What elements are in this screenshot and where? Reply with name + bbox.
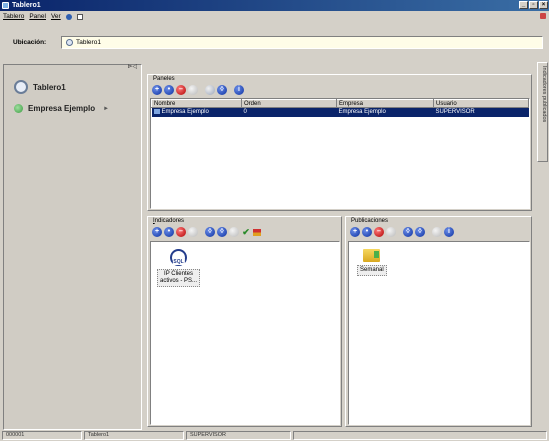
dashboard-icon	[66, 39, 73, 46]
help-icon[interactable]	[65, 13, 72, 20]
refresh-icon[interactable]	[205, 85, 215, 95]
indicators-title: Indicadores	[153, 218, 185, 224]
move-left-icon[interactable]: ◊	[205, 227, 215, 237]
cell-usuario: SUPERVISOR	[433, 107, 529, 117]
tree-item-label: Empresa Ejemplo	[28, 104, 96, 113]
edit-icon[interactable]: •	[164, 85, 174, 95]
move-left-icon[interactable]: ◊	[403, 227, 413, 237]
status-user: SUPERVISOR	[186, 431, 291, 440]
minimize-button[interactable]: _	[519, 1, 528, 9]
edit-icon[interactable]: •	[362, 227, 372, 237]
indicators-panel: Indicadores + • – ◊ ◊ ✔ SQL IP Clientes …	[147, 216, 342, 427]
column-header-orden[interactable]: Orden	[241, 99, 337, 108]
dashboard-icon	[14, 80, 28, 94]
tree-item-dashboard[interactable]: Tablero1	[14, 80, 66, 94]
location-field[interactable]: Tablero1	[61, 36, 543, 49]
publication-label: Semanal	[357, 265, 387, 276]
location-label: Ubicación:	[13, 39, 47, 46]
tree-item-label: Tablero1	[33, 82, 66, 92]
edit-icon[interactable]: •	[164, 227, 174, 237]
cell-nombre: Empresa Ejemplo	[161, 109, 209, 116]
menu-panel[interactable]: Panel	[29, 13, 46, 20]
menu-bar: Tablero Panel Ver	[0, 11, 549, 22]
add-icon[interactable]: +	[152, 227, 162, 237]
column-header-empresa[interactable]: Empresa	[336, 99, 434, 108]
move-up-icon[interactable]: ◊	[217, 85, 227, 95]
publications-title: Publicaciones	[351, 218, 389, 224]
navigation-panel: ⊳◁ Tablero1 Empresa Ejemplo ►	[3, 64, 142, 430]
user-icon[interactable]	[540, 13, 546, 19]
column-header-usuario[interactable]: Usuario	[433, 99, 529, 108]
copy-icon[interactable]	[188, 227, 198, 237]
cell-orden: 0	[241, 107, 337, 117]
column-header-nombre[interactable]: Nombre	[151, 99, 242, 108]
panels-panel: Paneles + • – ◊ i Nombre Orden Empresa U…	[147, 74, 532, 211]
publications-panel: Publicaciones + • – ◊ ◊ i Semanal	[345, 216, 532, 427]
indicators-area: SQL IP Clientes activos - PS...	[150, 241, 340, 425]
check-icon[interactable]: ✔	[241, 227, 251, 237]
chevron-right-icon: ►	[103, 105, 110, 112]
move-right-icon[interactable]: ◊	[415, 227, 425, 237]
panels-title: Paneles	[153, 76, 175, 82]
flag-icon[interactable]	[253, 228, 261, 236]
publications-toolbar: + • – ◊ ◊ i	[350, 227, 454, 237]
publication-tile[interactable]: Semanal	[357, 249, 387, 276]
delete-icon[interactable]: –	[176, 85, 186, 95]
location-bar: Ubicación: Tablero1	[3, 34, 546, 51]
side-tab-indicators[interactable]: Indicadores publicados	[537, 62, 548, 162]
menu-tablero[interactable]: Tablero	[3, 13, 24, 20]
location-value: Tablero1	[76, 39, 101, 46]
delete-icon[interactable]: –	[374, 227, 384, 237]
indicator-tile[interactable]: SQL IP Clientes activos - PS...	[157, 249, 201, 287]
folder-icon	[363, 249, 381, 262]
delete-icon[interactable]: –	[176, 227, 186, 237]
window-icon[interactable]	[76, 13, 83, 20]
panels-grid: Nombre Orden Empresa Usuario Empresa Eje…	[150, 98, 530, 209]
panels-toolbar: + • – ◊ i	[152, 85, 244, 95]
properties-icon[interactable]: i	[234, 85, 244, 95]
indicator-label-line2: activos - PS...	[160, 278, 198, 284]
panel-icon	[153, 109, 160, 115]
tree-item-company[interactable]: Empresa Ejemplo ►	[14, 104, 109, 113]
company-icon	[14, 104, 23, 113]
publications-area: Semanal	[348, 241, 530, 425]
move-right-icon[interactable]: ◊	[217, 227, 227, 237]
indicator-label-line1: IP Clientes	[164, 271, 193, 277]
add-icon[interactable]: +	[350, 227, 360, 237]
status-dashboard: Tablero1	[84, 431, 184, 440]
refresh-icon[interactable]	[432, 227, 442, 237]
restore-button[interactable]: ▫	[529, 1, 538, 9]
status-bar: 000001 Tablero1 SUPERVISOR	[0, 430, 549, 441]
close-button[interactable]: ×	[539, 1, 548, 9]
properties-icon[interactable]: i	[444, 227, 454, 237]
status-id: 000001	[2, 431, 82, 440]
menu-ver[interactable]: Ver	[51, 13, 61, 20]
title-bar: Tablero1 _ ▫ ×	[0, 0, 549, 11]
sql-icon: SQL	[170, 249, 187, 266]
app-icon	[2, 2, 9, 9]
copy-icon[interactable]	[188, 85, 198, 95]
status-empty	[293, 431, 547, 440]
table-row[interactable]: Empresa Ejemplo 0 Empresa Ejemplo SUPERV…	[151, 107, 529, 117]
pin-icon[interactable]: ⊳◁	[127, 63, 137, 70]
window-title: Tablero1	[12, 2, 41, 9]
cell-empresa: Empresa Ejemplo	[336, 107, 434, 117]
copy-icon[interactable]	[386, 227, 396, 237]
add-icon[interactable]: +	[152, 85, 162, 95]
indicators-toolbar: + • – ◊ ◊ ✔	[152, 227, 261, 237]
refresh-icon[interactable]	[229, 227, 239, 237]
